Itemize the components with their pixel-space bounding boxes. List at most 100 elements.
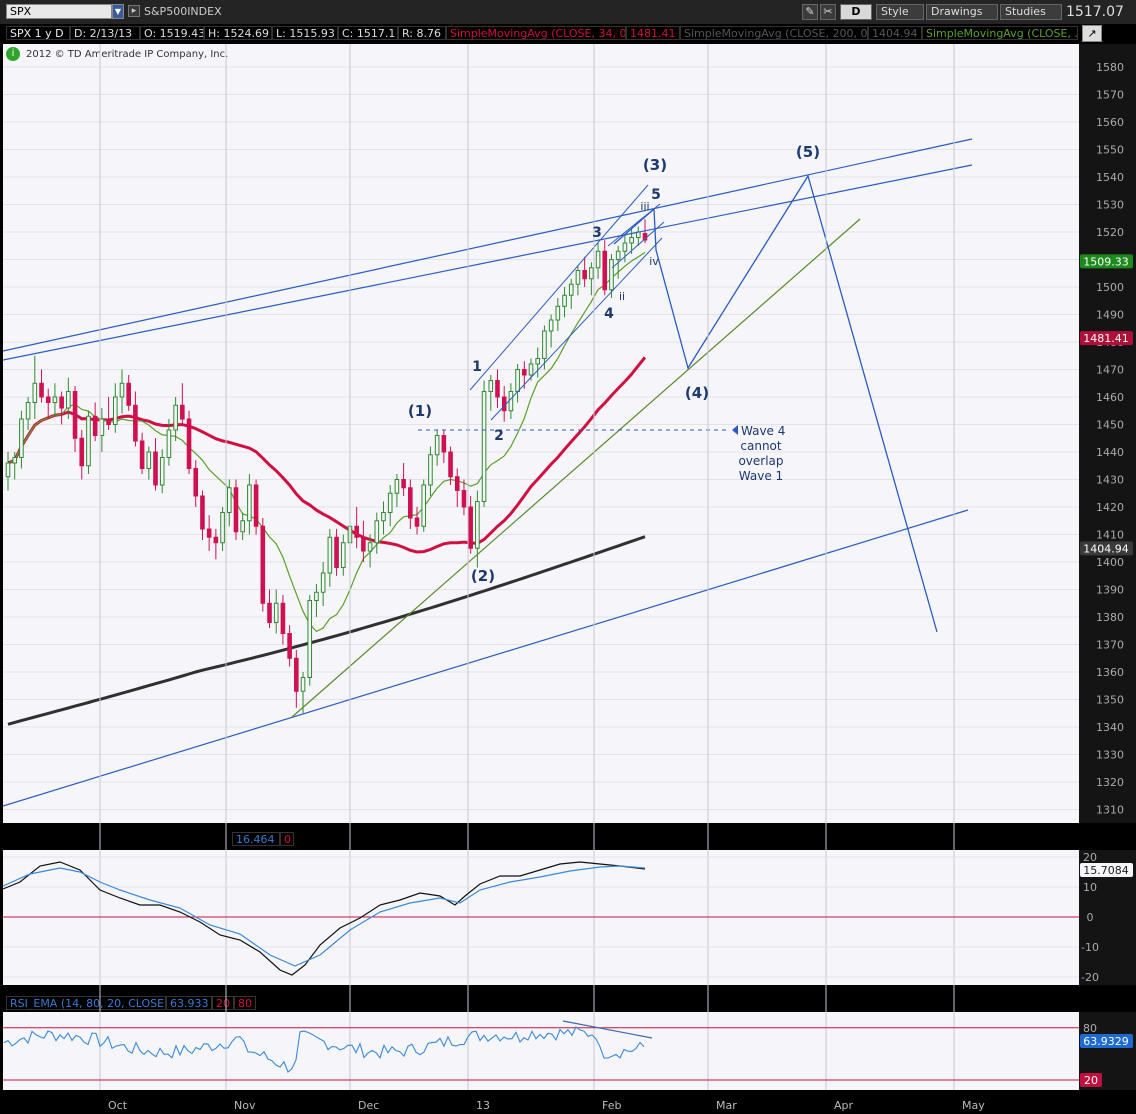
candle-body xyxy=(495,380,500,398)
y-tick-label: 1310 xyxy=(1096,804,1124,817)
channel-upper-line xyxy=(3,138,973,352)
candle-body xyxy=(112,396,118,425)
candle-body xyxy=(153,451,158,486)
candle-body xyxy=(394,479,400,494)
candle-body xyxy=(622,242,628,252)
candle-body xyxy=(5,462,11,478)
wave-label-minor-4: 4 xyxy=(604,306,614,322)
candle-body xyxy=(361,536,366,552)
y-tick-label: 1550 xyxy=(1096,144,1124,157)
candle-body xyxy=(334,536,339,568)
candle-body xyxy=(12,457,18,464)
candle-body xyxy=(434,435,440,456)
candle-body xyxy=(314,591,319,601)
rsi-tick-label: 80 xyxy=(1083,1022,1097,1035)
candle-body xyxy=(582,270,587,280)
candle-body xyxy=(19,418,24,458)
candle-body xyxy=(146,451,152,469)
candle-body xyxy=(99,418,105,436)
y-tick-label: 1360 xyxy=(1096,666,1124,679)
x-tick-label: Dec xyxy=(358,1099,380,1112)
note-line: cannot xyxy=(740,439,782,453)
y-tick-label: 1390 xyxy=(1096,584,1124,597)
candle-body xyxy=(488,380,494,392)
candle-body xyxy=(374,520,380,544)
candle-body xyxy=(602,250,608,291)
candle-body xyxy=(133,404,138,442)
y-tick-label: 1500 xyxy=(1096,281,1124,294)
y-tick-label: 1520 xyxy=(1096,226,1124,239)
chart-canvas: 1580 1570 1560 1550 1540 1530 1520 1 5 10 1500 1490… xyxy=(0,44,1136,1114)
candle-body xyxy=(25,402,31,420)
sma-green-line xyxy=(7,251,646,633)
x-tick-label: Oct xyxy=(108,1099,128,1112)
candle-body xyxy=(45,396,51,403)
candle-body xyxy=(159,457,165,486)
candle-body xyxy=(568,283,574,296)
candle-body xyxy=(609,259,614,291)
candle-body xyxy=(79,437,85,467)
y-tick-label: 1430 xyxy=(1096,474,1124,487)
osc-tick-label: 20 xyxy=(1083,851,1097,864)
candle-body xyxy=(300,677,306,692)
candle-body xyxy=(595,250,601,269)
candle-body xyxy=(52,396,58,403)
candle-body xyxy=(220,512,225,544)
wave-label-minor-1: 1 xyxy=(472,359,482,375)
candle-body xyxy=(66,391,71,409)
rsi-tag-label: 63.9329 xyxy=(1083,1035,1129,1048)
x-tick-label: May xyxy=(962,1099,985,1112)
wave-label-sub-iv: iv xyxy=(649,255,659,268)
osc-tick-label: 10 xyxy=(1083,881,1097,894)
candle-body xyxy=(461,490,467,508)
candle-body xyxy=(273,602,279,623)
candle-body xyxy=(475,501,480,549)
y-tick-label: 1540 xyxy=(1096,171,1124,184)
rsi-lower-tag-label: 20 xyxy=(1084,1074,1098,1087)
main-plot xyxy=(3,66,1079,810)
note-line: Wave 4 xyxy=(741,424,785,438)
candle-body xyxy=(247,484,252,522)
y-tick-label: 1450 xyxy=(1096,419,1124,432)
y-tick-label: 1370 xyxy=(1096,639,1124,652)
candle-body xyxy=(240,520,245,533)
candle-body xyxy=(381,512,386,522)
y-tick-label: 1570 xyxy=(1096,89,1124,102)
osc-tick-label: -20 xyxy=(1081,971,1099,984)
candle-body xyxy=(200,495,205,530)
trend-line-green xyxy=(291,218,861,718)
rsi-divergence-line xyxy=(562,1020,653,1039)
x-tick-label: 13 xyxy=(476,1099,490,1112)
x-tick-label: Apr xyxy=(834,1099,854,1112)
sma200-line xyxy=(7,535,646,726)
y-tick-label: 1460 xyxy=(1096,391,1124,404)
candle-body xyxy=(294,657,299,692)
wave-label-primary-1: (1) xyxy=(408,402,432,420)
wave3-channel-lower xyxy=(490,237,663,421)
x-tick-label: Nov xyxy=(234,1099,256,1112)
candle-body xyxy=(629,237,634,244)
osc-fast-line xyxy=(2,861,646,976)
candle-body xyxy=(86,415,91,467)
candle-body xyxy=(522,369,527,376)
candle-body xyxy=(233,487,239,533)
candle-body xyxy=(119,382,125,398)
candle-body xyxy=(253,484,259,527)
x-tick-label: Mar xyxy=(716,1099,737,1112)
candle-body xyxy=(367,542,373,552)
wave-label-primary-4: (4) xyxy=(685,384,709,402)
candle-body xyxy=(193,468,199,497)
candle-body xyxy=(307,600,313,678)
candle-body xyxy=(515,369,520,392)
candle-body xyxy=(401,479,406,489)
candle-body xyxy=(428,454,433,486)
wave-label-primary-3: (3) xyxy=(643,156,667,174)
candle-body xyxy=(166,429,172,458)
wave-label-sub-ii: ii xyxy=(619,290,625,303)
y-tick-label: 1580 xyxy=(1096,61,1124,74)
candle-body xyxy=(260,525,266,604)
candle-body xyxy=(280,602,286,634)
wave-label-primary-2: (2) xyxy=(471,567,495,585)
wave-label-minor-3: 3 xyxy=(592,225,602,241)
wave-label-primary-5: (5) xyxy=(796,143,820,161)
